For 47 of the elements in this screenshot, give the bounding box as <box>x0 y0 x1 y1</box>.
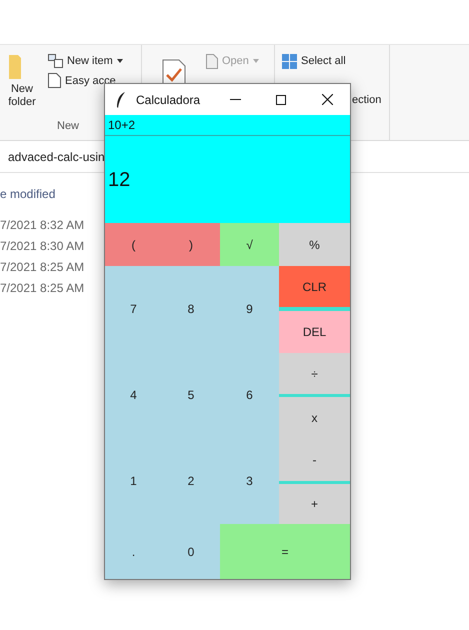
calculator-key[interactable]: 0 <box>162 524 220 579</box>
feather-icon <box>116 92 126 108</box>
document-icon <box>48 73 61 88</box>
caret-icon <box>252 59 259 63</box>
result-display: 12 <box>105 136 350 223</box>
minimize-icon <box>230 99 240 100</box>
calculator-key[interactable]: . <box>105 524 162 579</box>
calculator-key[interactable]: 1 <box>105 438 162 524</box>
calculator-key[interactable]: CLR <box>279 266 350 307</box>
new-folder-button[interactable]: New folder <box>4 53 40 109</box>
date-modified-text: 7/2021 8:25 AM <box>0 259 86 276</box>
new-item-button[interactable]: New item <box>48 53 123 70</box>
maximize-icon <box>276 94 286 104</box>
select-all-button[interactable]: Select all <box>282 53 389 70</box>
calculator-key[interactable]: 2 <box>162 438 220 524</box>
calculator-key[interactable]: ( <box>105 223 162 266</box>
calculator-key[interactable]: ÷ <box>279 353 350 394</box>
calculator-key[interactable]: x <box>279 397 350 439</box>
calculator-key[interactable]: - <box>279 439 350 481</box>
calculator-key[interactable]: ) <box>162 223 220 266</box>
group-label: New <box>57 118 80 134</box>
expression-display: 10+2 <box>105 115 350 136</box>
calculator-key[interactable]: 9 <box>220 266 279 352</box>
open-icon <box>206 54 218 68</box>
calculator-key[interactable]: √ <box>220 223 279 266</box>
calculator-key[interactable]: 7 <box>105 266 162 352</box>
date-modified-text: 7/2021 8:30 AM <box>0 238 86 255</box>
calculator-key[interactable]: 4 <box>105 352 162 438</box>
caret-icon <box>116 59 123 64</box>
calculator-key[interactable]: DEL <box>279 311 350 353</box>
calculator-key[interactable]: + <box>279 484 350 524</box>
calculator-key[interactable]: 6 <box>220 352 279 438</box>
column-header[interactable]: e modified <box>0 185 100 203</box>
calculator-key[interactable]: = <box>220 524 350 579</box>
folder-icon <box>9 53 23 79</box>
invert-selection-label[interactable]: ection <box>352 92 382 108</box>
window-title: Calculadora <box>136 92 200 108</box>
date-modified-text: 7/2021 8:32 AM <box>0 217 86 234</box>
address-bar-text[interactable]: advaced-calc-usin <box>8 148 105 166</box>
grid-icon <box>282 54 297 69</box>
calculator-key[interactable]: % <box>279 223 350 266</box>
date-modified-text: 7/2021 8:25 AM <box>0 280 86 297</box>
calculator-key[interactable]: 3 <box>220 438 279 524</box>
calculator-key[interactable]: 5 <box>162 352 220 438</box>
new-item-icon <box>48 54 63 68</box>
calculator-key[interactable]: 8 <box>162 266 220 352</box>
close-icon <box>322 94 332 105</box>
